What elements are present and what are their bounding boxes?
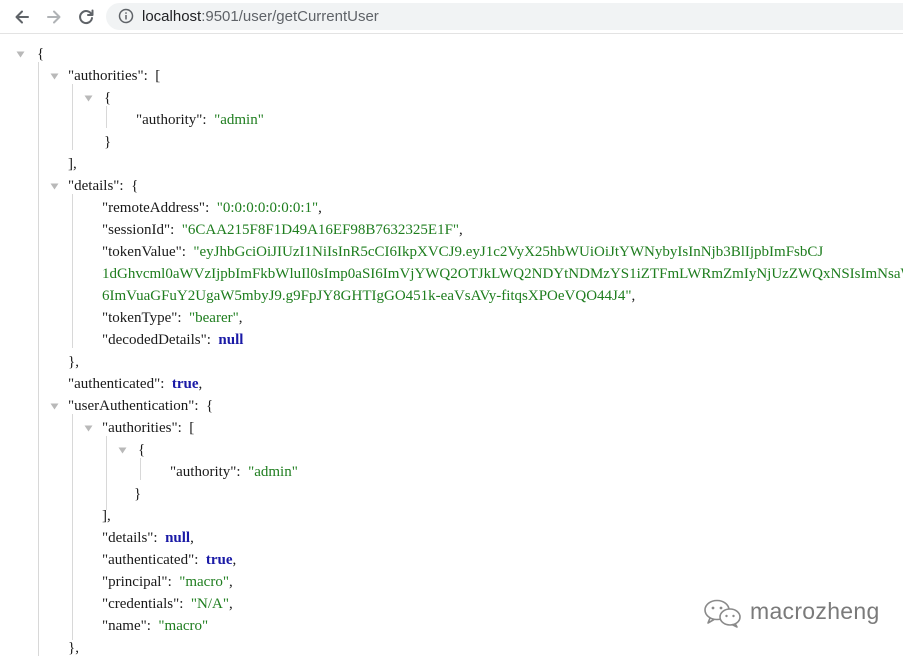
json-line: } (104, 134, 112, 150)
url-path: :9501/user/getCurrentUser (201, 8, 379, 25)
json-line: "tokenValue": "eyJhbGciOiJIUzI1NiIsInR5c… (102, 244, 824, 260)
json-line: "sessionId": "6CAA215F8F1D49A16EF98B7632… (102, 222, 463, 238)
indent-guide (72, 194, 73, 348)
indent-guide (72, 84, 73, 150)
json-line: "remoteAddress": "0:0:0:0:0:0:0:1", (102, 200, 322, 216)
indent-guide (106, 106, 107, 128)
json-line: { (138, 442, 146, 458)
json-line: 1dGhvcml0aWVzIjpbImFkbWluIl0sImp0aSI6ImV… (102, 266, 903, 282)
json-line: }, (68, 640, 79, 656)
collapse-triangle-icon[interactable] (84, 424, 93, 433)
json-line: "credentials": "N/A", (102, 596, 233, 612)
arrow-right-icon (47, 10, 61, 24)
json-line: "userAuthentication": { (68, 398, 214, 414)
json-viewer: { "authorities": [ { "authority": "admin… (0, 34, 903, 656)
json-line: "authenticated": true, (102, 552, 237, 568)
info-icon[interactable] (118, 8, 134, 24)
json-line: "authorities": [ (102, 420, 195, 436)
json-line: "authority": "admin" (136, 112, 264, 128)
wechat-icon (704, 599, 741, 628)
json-line: { (104, 90, 112, 106)
json-line: "name": "macro" (102, 618, 209, 634)
indent-guide (140, 458, 141, 480)
json-line: ], (102, 508, 111, 524)
json-line: "principal": "macro", (102, 574, 233, 590)
arrow-left-icon (15, 10, 29, 24)
json-line: "authorities": [ (68, 68, 161, 84)
watermark-text: macrozheng (750, 598, 880, 624)
reload-icon (79, 9, 94, 25)
collapse-triangle-icon[interactable] (50, 402, 59, 411)
json-line: { (37, 46, 45, 62)
json-line: "details": null, (102, 530, 194, 546)
browser-toolbar: localhost:9501/user/getCurrentUser (0, 0, 903, 34)
back-button[interactable] (11, 6, 33, 28)
json-line: "details": { (68, 178, 139, 194)
collapse-triangle-icon[interactable] (84, 94, 93, 103)
indent-guide (72, 414, 73, 640)
address-bar[interactable]: localhost:9501/user/getCurrentUser (106, 3, 903, 30)
collapse-triangle-icon[interactable] (16, 50, 25, 59)
json-line: "authority": "admin" (170, 464, 298, 480)
reload-button[interactable] (75, 6, 97, 28)
url-host: localhost (142, 8, 202, 25)
collapse-triangle-icon[interactable] (50, 182, 59, 191)
indent-guide (106, 436, 107, 510)
collapse-triangle-icon[interactable] (50, 72, 59, 81)
url-text[interactable]: localhost:9501/user/getCurrentUser (142, 8, 379, 25)
json-line: }, (68, 354, 79, 370)
json-line: 6ImVuaGFuY2UgaW5mbyJ9.g9FpJY8GHTIgGO451k… (102, 288, 636, 304)
json-line: "authenticated": true, (68, 376, 203, 392)
collapse-triangle-icon[interactable] (118, 446, 127, 455)
json-line: ], (68, 156, 77, 172)
indent-guide (38, 62, 39, 656)
json-line: "tokenType": "bearer", (102, 310, 243, 326)
json-line: "decodedDetails": null (102, 332, 244, 348)
json-line: } (134, 486, 142, 502)
forward-button[interactable] (43, 6, 65, 28)
